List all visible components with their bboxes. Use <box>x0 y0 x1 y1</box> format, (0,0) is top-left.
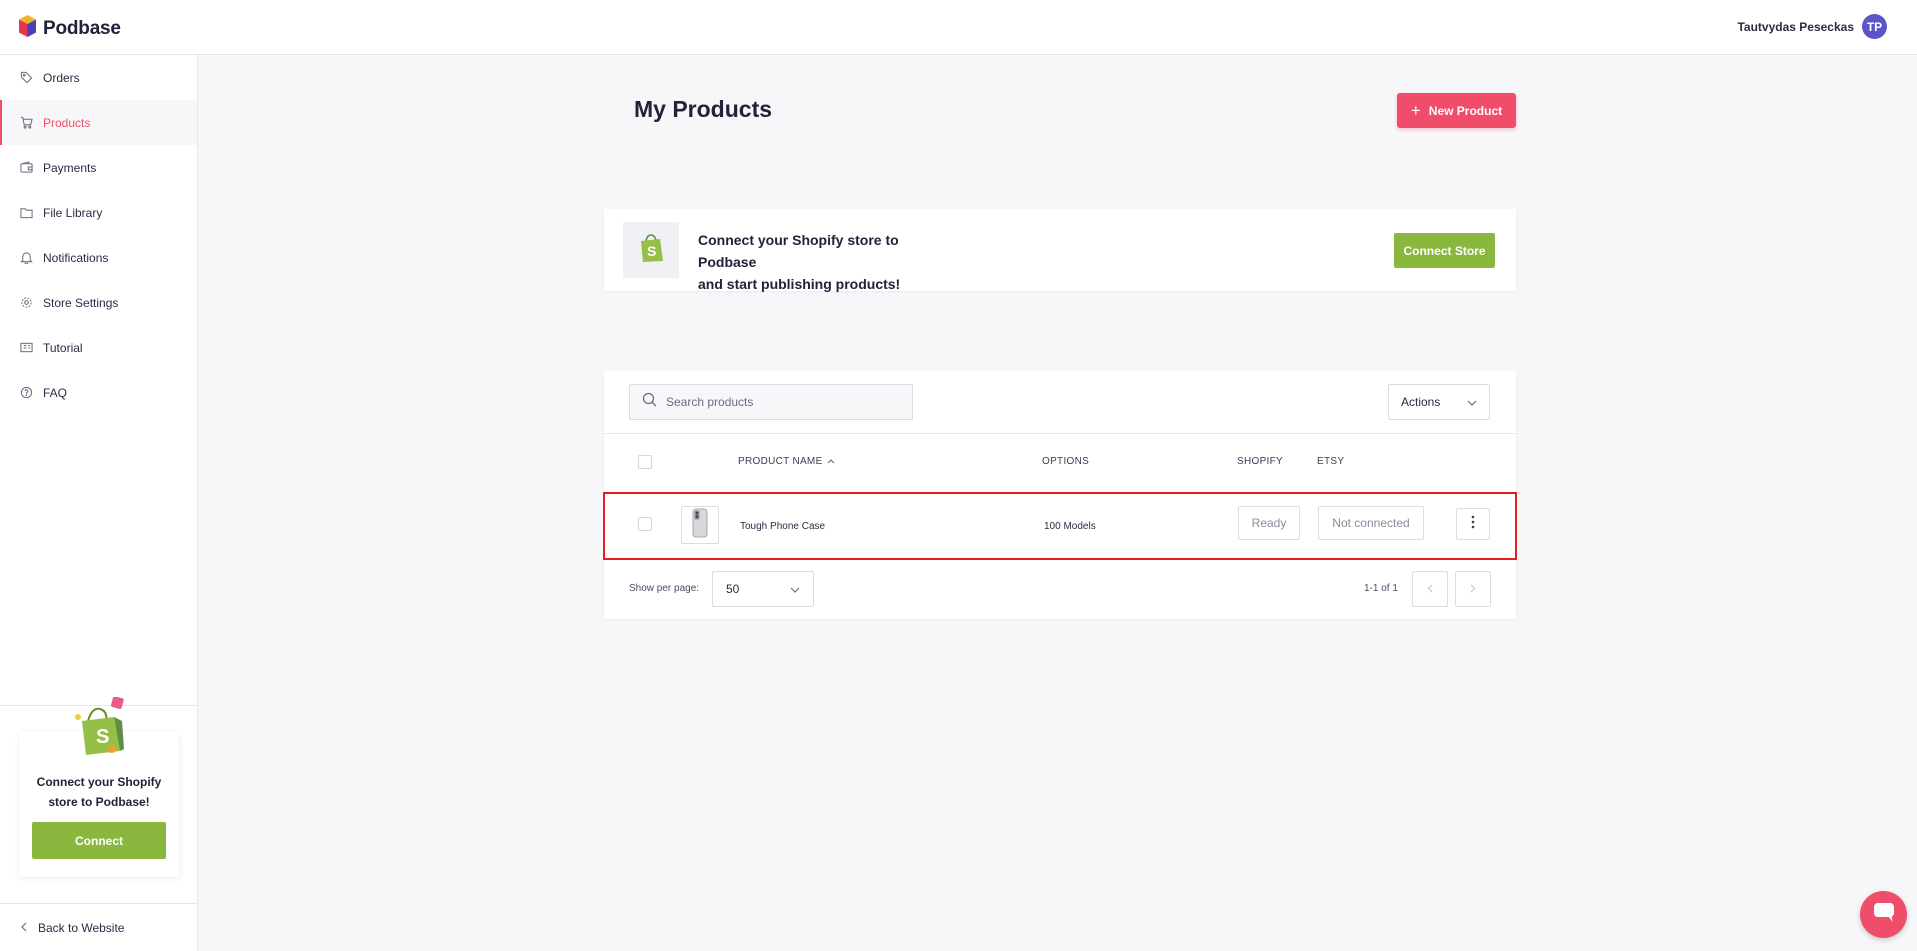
sidebar-item-label: Products <box>43 115 91 130</box>
wallet-icon <box>20 161 33 174</box>
search-box[interactable] <box>629 384 913 420</box>
sidebar-item-label: FAQ <box>43 385 68 400</box>
sidebar-item-label: Notifications <box>43 250 109 265</box>
prev-page-button[interactable] <box>1412 571 1448 607</box>
sort-ascending-icon <box>827 456 835 467</box>
sidebar-item-tutorial[interactable]: Tutorial <box>0 325 197 370</box>
sidebar-item-label: Store Settings <box>43 295 119 310</box>
svg-text:S: S <box>96 726 109 748</box>
app-name: Podbase <box>43 17 121 39</box>
promo-connect-button[interactable]: Connect <box>32 822 166 859</box>
chevron-left-icon <box>1427 580 1433 598</box>
sidebar: Orders Products Payments File Library No… <box>0 55 198 951</box>
shopify-status-badge: Ready <box>1238 506 1300 540</box>
table-divider <box>604 433 1516 434</box>
chat-widget-button[interactable] <box>1860 891 1907 938</box>
column-header-product-name[interactable]: PRODUCT NAME <box>738 456 835 467</box>
chevron-right-icon <box>1470 580 1476 598</box>
promo-line-2: store to Podbase! <box>48 795 150 809</box>
sidebar-item-products[interactable]: Products <box>0 100 197 145</box>
search-input[interactable] <box>666 395 896 409</box>
top-bar: Podbase Tautvydas Peseckas TP <box>0 0 1917 55</box>
chevron-down-icon <box>1467 395 1477 409</box>
column-header-options: OPTIONS <box>1042 456 1090 467</box>
shopify-bag-illustration: S <box>74 696 126 764</box>
user-name: Tautvydas Peseckas <box>1737 19 1854 34</box>
phone-case-icon <box>692 508 708 543</box>
products-table-card: Actions PRODUCT NAME OPTIONS SHOPIFY ETS… <box>603 371 1517 619</box>
chevron-down-icon <box>790 582 800 596</box>
svg-text:S: S <box>647 243 656 259</box>
shopify-icon-box: S <box>623 222 679 278</box>
sidebar-item-orders[interactable]: Orders <box>0 55 197 100</box>
connect-store-button[interactable]: Connect Store <box>1394 233 1495 268</box>
sidebar-item-payments[interactable]: Payments <box>0 145 197 190</box>
promo-text: Connect your Shopify store to Podbase! <box>19 772 179 812</box>
actions-label: Actions <box>1401 395 1441 409</box>
back-link-label: Back to Website <box>38 920 125 935</box>
sidebar-item-label: Orders <box>43 70 80 85</box>
etsy-status-badge: Not connected <box>1318 506 1424 540</box>
column-label: PRODUCT NAME <box>738 456 823 467</box>
promo-line-1: Connect your Shopify <box>36 775 162 789</box>
sidebar-item-label: Payments <box>43 160 97 175</box>
shopify-bag-icon: S <box>638 233 664 268</box>
per-page-select[interactable]: 50 <box>712 571 814 607</box>
next-page-button[interactable] <box>1455 571 1491 607</box>
shopify-promo: S Connect your Shopify store to Podbase!… <box>0 696 198 900</box>
chevron-left-icon <box>20 921 28 935</box>
connect-text-line-2: and start publishing products! <box>698 276 901 292</box>
select-all-checkbox[interactable] <box>638 455 652 469</box>
sidebar-item-faq[interactable]: FAQ <box>0 370 197 415</box>
plus-icon: + <box>1410 101 1421 120</box>
podbase-logo-icon <box>18 14 37 43</box>
promo-card: S Connect your Shopify store to Podbase!… <box>19 696 179 877</box>
product-name[interactable]: Tough Phone Case <box>740 521 825 532</box>
sidebar-item-notifications[interactable]: Notifications <box>0 235 197 280</box>
per-page-value: 50 <box>726 582 740 596</box>
book-icon <box>20 341 33 354</box>
sidebar-item-file-library[interactable]: File Library <box>0 190 197 235</box>
gear-icon <box>20 296 33 309</box>
search-icon <box>642 392 657 412</box>
sidebar-item-label: File Library <box>43 205 103 220</box>
connect-store-text: Connect your Shopify store to Podbase an… <box>698 229 958 295</box>
connect-text-line-1: Connect your Shopify store to Podbase <box>698 232 899 270</box>
per-page-label: Show per page: <box>629 583 700 594</box>
sidebar-item-store-settings[interactable]: Store Settings <box>0 280 197 325</box>
page-title: My Products <box>634 96 773 122</box>
column-header-etsy: ETSY <box>1317 456 1345 467</box>
row-more-button[interactable] <box>1456 508 1490 540</box>
back-to-website-link[interactable]: Back to Website <box>0 903 198 951</box>
product-options: 100 Models <box>1044 521 1096 532</box>
bell-icon <box>20 251 33 264</box>
tag-icon <box>20 71 33 84</box>
folder-icon <box>20 206 33 219</box>
connect-shopify-card: S Connect your Shopify store to Podbase … <box>604 209 1516 292</box>
logo[interactable]: Podbase <box>18 14 121 43</box>
help-circle-icon <box>20 386 33 399</box>
product-thumbnail <box>681 506 719 544</box>
more-vertical-icon <box>1471 515 1475 534</box>
row-checkbox[interactable] <box>638 517 652 531</box>
chat-bubble-icon <box>1872 901 1896 928</box>
pagination-range: 1-1 of 1 <box>1364 583 1398 594</box>
user-menu[interactable]: Tautvydas Peseckas TP <box>1737 14 1887 39</box>
sidebar-item-label: Tutorial <box>43 340 83 355</box>
cart-icon <box>20 116 33 129</box>
table-row[interactable]: Tough Phone Case 100 Models Ready Not co… <box>603 492 1517 560</box>
new-product-label: New Product <box>1428 103 1503 118</box>
new-product-button[interactable]: + New Product <box>1397 93 1516 128</box>
column-header-shopify: SHOPIFY <box>1237 456 1283 467</box>
avatar[interactable]: TP <box>1862 14 1887 39</box>
actions-dropdown[interactable]: Actions <box>1388 384 1490 420</box>
